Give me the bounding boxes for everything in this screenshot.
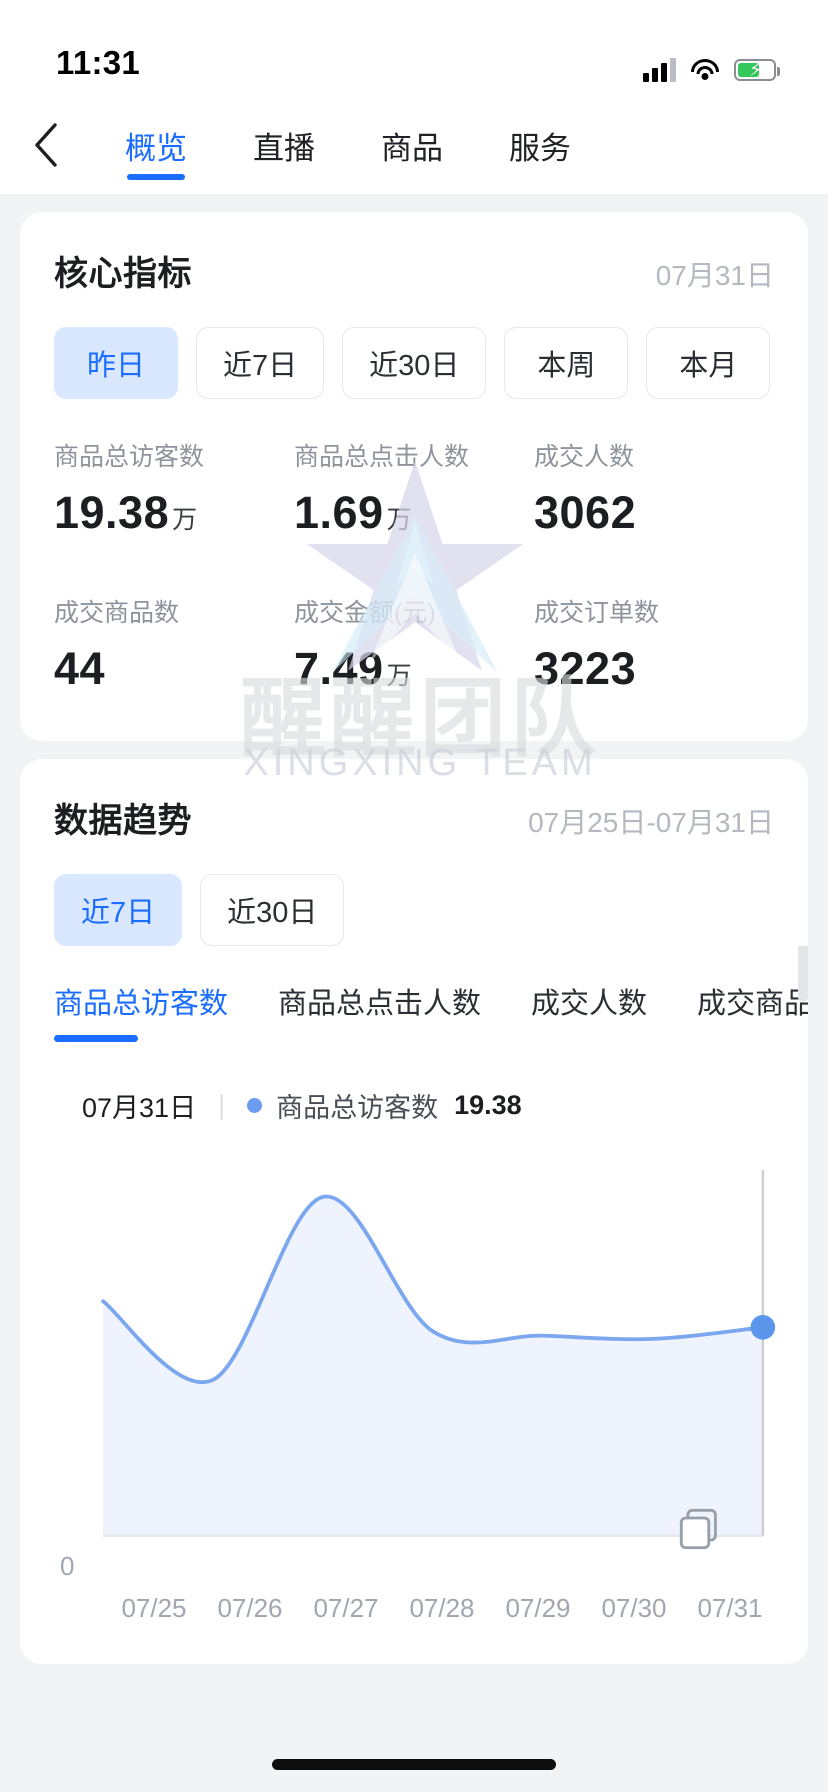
metric-number: 3223 <box>534 643 637 694</box>
home-indicator <box>272 1759 556 1770</box>
core-metrics-header: 核心指标 07月31日 <box>20 212 808 295</box>
metric-orders: 成交订单数 3223 <box>534 545 774 701</box>
metric-unit: 万 <box>386 506 413 534</box>
save-image-icon[interactable] <box>678 1505 722 1553</box>
metric-unit: 万 <box>172 506 198 534</box>
metric-label: 商品总访客数 <box>54 443 205 471</box>
nav-tab-list: 概览 直播 商品 服务 <box>92 96 828 194</box>
filter-chip-yesterday[interactable]: 昨日 <box>54 327 178 399</box>
chart-tab-total-clicks[interactable]: 商品总点击人数 <box>278 980 509 1042</box>
metric-total-clicks: 商品总点击人数 1.69 万 <box>294 437 534 545</box>
metric-value: 7.49 万 <box>294 643 534 695</box>
trend-filter-last-7-days[interactable]: 近7日 <box>54 874 183 946</box>
status-bar-time: 11:31 <box>56 44 141 81</box>
filter-chip-this-month[interactable]: 本月 <box>646 327 771 399</box>
metric-buyers: 成交人数 3062 <box>534 437 774 545</box>
nav-tab-services[interactable]: 服务 <box>476 96 604 194</box>
chart-tooltip: 07月31日 | 商品总访客数 19.38 <box>20 1042 808 1125</box>
data-trend-title: 数据趋势 <box>54 802 192 840</box>
chart-x-axis: 07/25 07/26 07/27 07/28 07/29 07/30 07/3… <box>20 1587 808 1624</box>
filter-chip-last-30-days[interactable]: 近30日 <box>342 327 487 399</box>
status-bar: 11:31 ⚡ <box>0 0 828 96</box>
chart-tooltip-value: 19.38 <box>454 1090 522 1120</box>
x-axis-label: 07/29 <box>505 1593 571 1624</box>
data-trend-card: 数据趋势 07月25日-07月31日 近7日 近30日 商品总访客数 商品总点击… <box>20 759 808 1665</box>
data-trend-date-range: 07月25日-07月31日 <box>528 807 774 838</box>
wifi-icon <box>690 58 720 82</box>
filter-chip-this-week[interactable]: 本周 <box>504 327 629 399</box>
core-metrics-grid: 商品总访客数 19.38 万 商品总点击人数 1.69 万 成交人数 3062 成交… <box>20 399 808 741</box>
metric-value: 19.38 万 <box>54 487 294 539</box>
nav-tab-live[interactable]: 直播 <box>220 96 348 194</box>
metric-number: 44 <box>54 643 106 694</box>
chart-metric-tab-list: 商品总访客数 商品总点击人数 成交人数 成交商品数 <box>20 946 808 1042</box>
x-axis-label: 07/28 <box>409 1593 475 1624</box>
metric-label: 成交商品数 <box>54 599 180 627</box>
chart-tooltip-series-name: 商品总访客数 <box>276 1093 439 1123</box>
back-chevron-icon[interactable] <box>0 122 92 168</box>
x-axis-label: 07/30 <box>601 1593 667 1624</box>
x-axis-label: 07/26 <box>217 1593 283 1624</box>
core-metrics-date: 07月31日 <box>655 260 774 291</box>
top-navigation-bar: 概览 直播 商品 服务 <box>0 96 828 194</box>
metric-unit: 万 <box>386 662 413 690</box>
x-axis-label: 07/31 <box>697 1593 763 1624</box>
metric-label: 成交金额(元) <box>294 599 436 627</box>
metric-items-sold: 成交商品数 44 <box>54 545 294 701</box>
metric-value: 3062 <box>534 487 774 539</box>
metric-label: 成交订单数 <box>534 599 660 627</box>
trend-line-chart[interactable] <box>50 1151 778 1587</box>
metric-number: 7.49 <box>294 643 384 694</box>
chart-tabs-scrollbar[interactable] <box>798 946 808 1002</box>
nav-tab-products[interactable]: 商品 <box>348 96 476 194</box>
x-axis-label: 07/27 <box>313 1593 379 1624</box>
chart-tab-total-visitors[interactable]: 商品总访客数 <box>54 980 256 1042</box>
status-bar-icons: ⚡ <box>643 58 780 82</box>
core-metrics-card: 核心指标 07月31日 昨日 近7日 近30日 本周 本月 商品总访客数 19.… <box>20 212 808 741</box>
chart-tooltip-separator: | <box>218 1090 226 1120</box>
metric-value: 1.69 万 <box>294 487 534 539</box>
chart-tooltip-date: 07月31日 <box>82 1093 197 1123</box>
metric-number: 19.38 <box>54 487 170 538</box>
metric-number: 3062 <box>534 487 637 538</box>
cellular-signal-icon <box>643 58 676 82</box>
metric-label: 成交人数 <box>534 443 635 471</box>
battery-charging-icon: ⚡ <box>734 59 780 81</box>
metric-label: 商品总点击人数 <box>294 443 470 471</box>
x-axis-label: 07/25 <box>121 1593 187 1624</box>
nav-tab-overview[interactable]: 概览 <box>92 96 220 194</box>
metric-value: 3223 <box>534 643 774 695</box>
filter-chip-last-7-days[interactable]: 近7日 <box>196 327 325 399</box>
data-trend-header: 数据趋势 07月25日-07月31日 <box>20 759 808 842</box>
core-metrics-filter-group: 昨日 近7日 近30日 本周 本月 <box>20 295 808 399</box>
metric-gmv: 成交金额(元) 7.49 万 <box>294 545 534 701</box>
chart-series-dot-icon <box>247 1098 263 1113</box>
trend-filter-last-30-days[interactable]: 近30日 <box>200 874 345 946</box>
chart-tab-buyers[interactable]: 成交人数 <box>531 980 675 1042</box>
core-metrics-title: 核心指标 <box>54 255 192 293</box>
chart-area[interactable]: 0 <box>20 1125 808 1587</box>
data-trend-filter-group: 近7日 近30日 <box>20 842 808 946</box>
metric-number: 1.69 <box>294 487 384 538</box>
metric-total-visitors: 商品总访客数 19.38 万 <box>54 437 294 545</box>
chart-tab-items-sold[interactable]: 成交商品数 <box>697 980 808 1042</box>
metric-value: 44 <box>54 643 294 695</box>
chart-y-axis-zero-label: 0 <box>60 1551 75 1581</box>
